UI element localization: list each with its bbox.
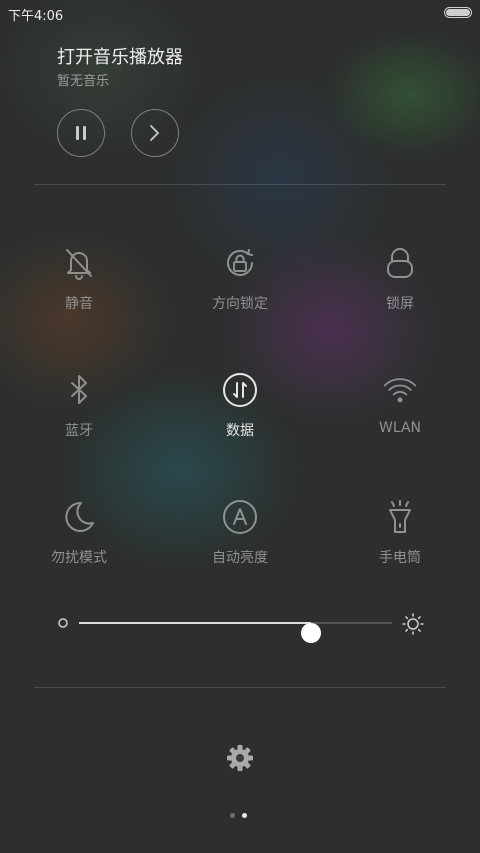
battery-level xyxy=(446,9,470,16)
page-dot-current xyxy=(242,813,247,818)
tile-mobile-data[interactable]: 数据 xyxy=(185,372,295,472)
brightness-thumb[interactable] xyxy=(300,623,321,643)
tile-label: 蓝牙 xyxy=(65,423,93,439)
tile-bluetooth[interactable]: 蓝牙 xyxy=(24,372,134,472)
chevron-right-icon xyxy=(150,125,159,141)
tile-lock-screen[interactable]: 锁屏 xyxy=(345,245,455,345)
tile-label: 锁屏 xyxy=(386,296,414,312)
brightness-low-icon xyxy=(58,618,68,628)
pause-icon xyxy=(76,126,86,140)
tile-label: 静音 xyxy=(65,296,93,312)
brightness-slider[interactable] xyxy=(56,612,426,643)
status-bar: 下午4:06 xyxy=(0,0,480,26)
tile-label: 勿扰模式 xyxy=(51,550,107,566)
flashlight-icon xyxy=(382,499,418,535)
tile-label: WLAN xyxy=(378,420,421,436)
pause-button[interactable] xyxy=(57,109,105,157)
tile-do-not-disturb[interactable]: 勿扰模式 xyxy=(24,499,134,599)
lock-icon xyxy=(382,245,418,281)
bell-off-icon xyxy=(61,245,97,281)
tile-wlan[interactable]: WLAN xyxy=(345,372,455,472)
music-status: 暂无音乐 xyxy=(57,74,110,89)
status-time: 下午4:06 xyxy=(8,9,64,24)
auto-brightness-icon xyxy=(222,499,258,535)
settings-button[interactable] xyxy=(225,743,255,773)
tile-auto-brightness[interactable]: 自动亮度 xyxy=(185,499,295,599)
tile-label: 自动亮度 xyxy=(212,550,268,566)
mobile-data-icon xyxy=(222,372,258,408)
brightness-track[interactable] xyxy=(79,622,392,643)
tile-mute[interactable]: 静音 xyxy=(24,245,134,345)
page-indicator xyxy=(230,813,247,818)
next-button[interactable] xyxy=(131,109,179,157)
wifi-icon xyxy=(382,372,418,408)
divider xyxy=(34,184,446,185)
page-dot xyxy=(230,813,235,818)
tile-label: 方向锁定 xyxy=(212,296,268,312)
moon-icon xyxy=(61,499,97,535)
rotation-lock-icon xyxy=(222,245,258,281)
brightness-fill xyxy=(79,622,311,624)
divider xyxy=(34,687,446,688)
gear-icon xyxy=(227,745,253,771)
battery-icon xyxy=(444,7,472,18)
tile-label: 手电筒 xyxy=(379,550,421,566)
tile-flashlight[interactable]: 手电筒 xyxy=(345,499,455,599)
brightness-high-icon xyxy=(402,613,424,635)
tile-label: 数据 xyxy=(226,423,254,439)
tile-rotation-lock[interactable]: 方向锁定 xyxy=(185,245,295,345)
music-player-title[interactable]: 打开音乐播放器 xyxy=(57,43,183,69)
bluetooth-icon xyxy=(61,372,97,408)
